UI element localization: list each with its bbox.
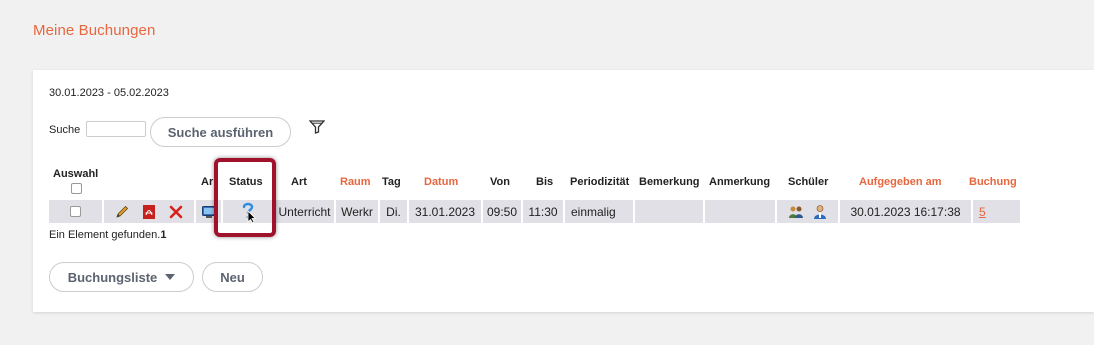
header-periodizitaet[interactable]: Periodizität (570, 176, 629, 188)
header-von[interactable]: Von (490, 176, 510, 188)
page-title: Meine Buchungen (33, 22, 156, 39)
table-row: Unterricht Werkr Di. 31.01.2023 09:50 11… (49, 200, 1020, 223)
header-raum[interactable]: Raum (340, 176, 371, 188)
row-art-cell: Unterricht (275, 200, 334, 223)
result-count-number: 1 (160, 229, 167, 241)
header-tag[interactable]: Tag (382, 176, 401, 188)
header-datum[interactable]: Datum (424, 176, 458, 188)
filter-icon[interactable] (309, 120, 325, 134)
table-header: Auswahl Ar Status Art Raum Tag Datum Von… (33, 166, 1033, 196)
caret-down-icon (165, 274, 176, 280)
row-bis-cell: 11:30 (523, 200, 563, 223)
search-input[interactable] (86, 121, 146, 137)
search-label: Suche (49, 124, 81, 136)
header-art[interactable]: Art (291, 176, 307, 188)
row-aufgegeben-cell: 30.01.2023 16:17:38 (840, 200, 971, 223)
header-aufgegeben[interactable]: Aufgegeben am (859, 176, 942, 188)
booking-link[interactable]: 5 (979, 205, 986, 219)
row-actions-cell (104, 200, 194, 223)
header-buchung[interactable]: Buchung (969, 176, 1017, 188)
row-tag-cell: Di. (380, 200, 407, 223)
user-icon[interactable] (813, 204, 827, 220)
booking-list-label: Buchungsliste (67, 269, 158, 285)
pdf-icon[interactable] (141, 204, 157, 220)
delete-icon[interactable] (168, 204, 184, 220)
select-all-checkbox[interactable] (71, 183, 82, 194)
new-button[interactable]: Neu (202, 262, 263, 292)
bookings-panel: 30.01.2023 - 05.02.2023 Suche Suche ausf… (33, 70, 1094, 312)
search-button[interactable]: Suche ausführen (150, 117, 291, 147)
row-bemerkung-cell (635, 200, 703, 223)
row-periodizitaet-cell: einmalig (565, 200, 633, 223)
result-count: Ein Element gefunden.1 (49, 229, 166, 241)
booking-list-dropdown-button[interactable]: Buchungsliste (49, 262, 194, 292)
header-bemerkung[interactable]: Bemerkung (639, 176, 700, 188)
header-bis[interactable]: Bis (536, 176, 553, 188)
row-von-cell: 09:50 (483, 200, 521, 223)
header-ar[interactable]: Ar (201, 176, 213, 188)
header-anmerkung[interactable]: Anmerkung (709, 176, 770, 188)
row-schueler-cell (777, 200, 838, 223)
edit-pencil-icon[interactable] (114, 204, 130, 220)
result-count-text: Ein Element gefunden. (49, 229, 161, 241)
row-select-cell (49, 200, 102, 223)
group-icon[interactable] (788, 205, 804, 219)
header-schueler[interactable]: Schüler (788, 176, 828, 188)
row-checkbox[interactable] (70, 206, 81, 217)
status-highlight-frame (214, 158, 276, 237)
header-auswahl: Auswahl (53, 168, 99, 180)
row-anmerkung-cell (705, 200, 775, 223)
row-buchung-cell: 5 (973, 200, 1020, 223)
date-range: 30.01.2023 - 05.02.2023 (49, 87, 169, 99)
row-datum-cell: 31.01.2023 (409, 200, 481, 223)
row-raum-cell: Werkr (336, 200, 378, 223)
